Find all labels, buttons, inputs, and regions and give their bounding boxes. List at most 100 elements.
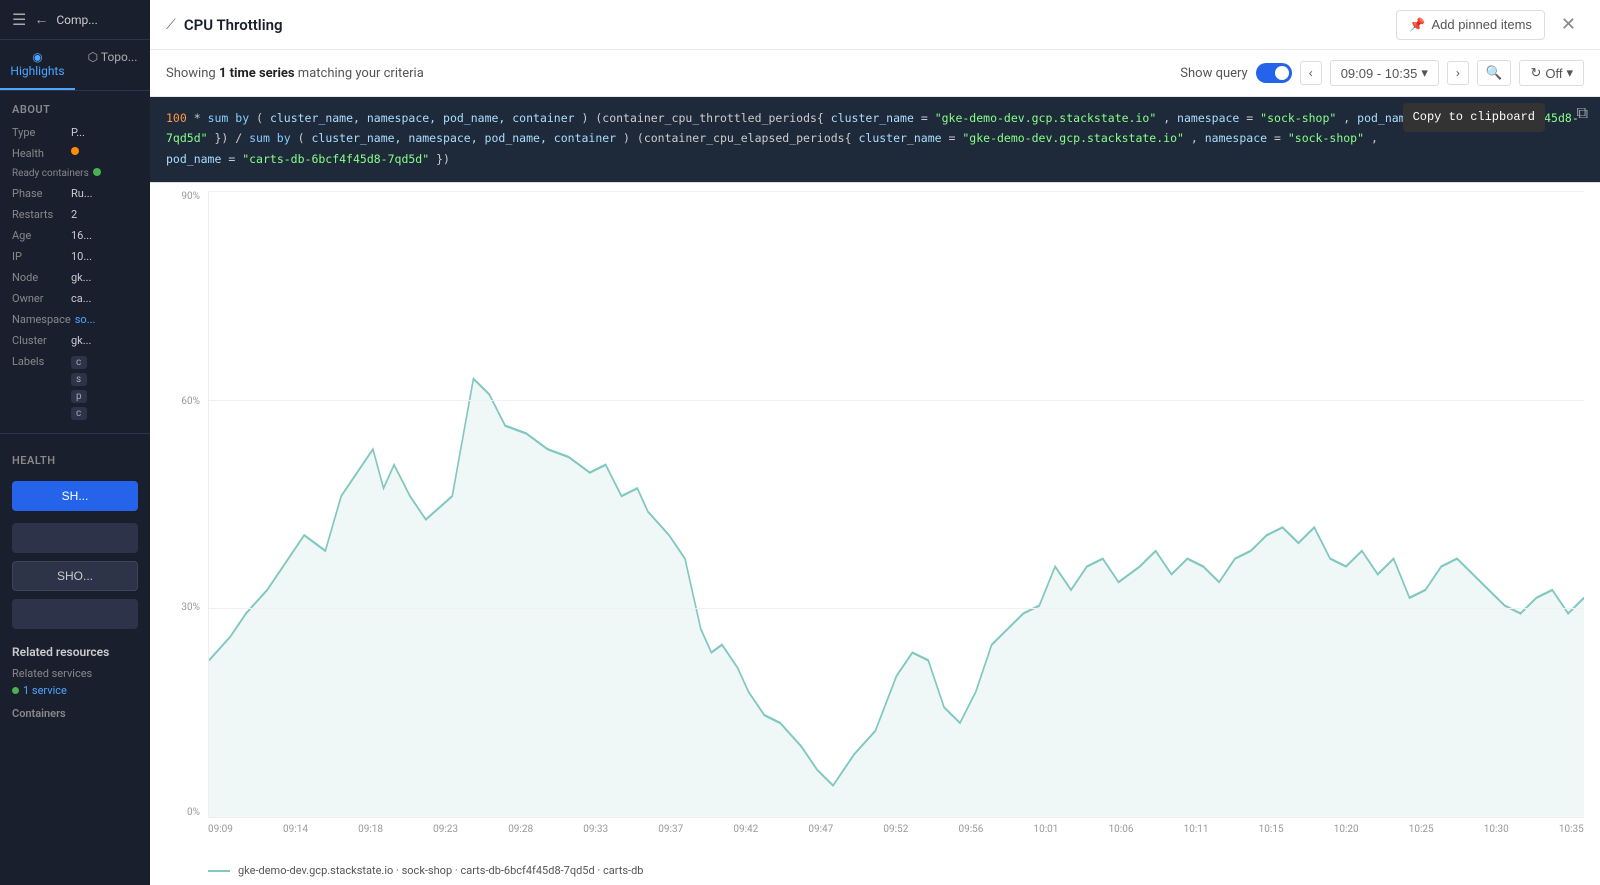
time-range-button[interactable]: 09:09 - 10:35 ▾ xyxy=(1330,60,1439,86)
related-services-label: Related services xyxy=(12,667,138,680)
grid-line-30 xyxy=(209,608,1584,609)
x-label-14: 10:15 xyxy=(1259,824,1284,835)
show-placeholder-1 xyxy=(12,523,138,553)
tab-topo-label: Topo... xyxy=(101,50,138,64)
field-ready-containers: Ready containers xyxy=(0,164,150,183)
grid-line-top xyxy=(209,191,1584,192)
y-axis: 90% 60% 30% 0% xyxy=(166,191,204,818)
service-link-text: 1 service xyxy=(23,684,67,697)
search-button[interactable]: 🔍 xyxy=(1477,60,1512,86)
sidebar-header: ☰ ← Comp... xyxy=(0,0,150,40)
off-button[interactable]: ↻ Off ▾ xyxy=(1519,60,1584,86)
field-health: Health xyxy=(0,143,150,164)
show-query-toggle[interactable] xyxy=(1256,63,1292,83)
add-pinned-label: Add pinned items xyxy=(1431,17,1531,32)
show-query-label: Show query xyxy=(1180,66,1247,81)
copy-icon-button[interactable]: ⧉ xyxy=(1577,105,1588,123)
y-label-30: 30% xyxy=(181,602,200,613)
field-cluster: Cluster gk... xyxy=(0,330,150,351)
containers-section: Containers xyxy=(0,703,150,724)
x-label-2: 09:18 xyxy=(358,824,383,835)
x-label-6: 09:37 xyxy=(658,824,683,835)
close-button[interactable]: ✕ xyxy=(1553,10,1584,39)
x-label-15: 10:20 xyxy=(1334,824,1359,835)
x-axis: 09:09 09:14 09:18 09:23 09:28 09:33 09:3… xyxy=(208,820,1584,858)
chart-legend: gke-demo-dev.gcp.stackstate.io · sock-sh… xyxy=(166,858,1584,885)
x-label-5: 09:33 xyxy=(583,824,608,835)
chart-line-icon: ⟋ xyxy=(166,17,176,33)
show-button[interactable]: SH... xyxy=(12,481,138,511)
x-label-10: 09:56 xyxy=(958,824,983,835)
x-label-7: 09:42 xyxy=(733,824,758,835)
criteria-text: Showing 1 time series matching your crit… xyxy=(166,66,1172,81)
x-label-16: 10:25 xyxy=(1409,824,1434,835)
x-label-17: 10:30 xyxy=(1484,824,1509,835)
y-label-90: 90% xyxy=(181,191,200,202)
main-content: ⟋ CPU Throttling 📌 Add pinned items ✕ Sh… xyxy=(150,0,1600,885)
show-button-2[interactable]: SHO... xyxy=(12,561,138,591)
grid-line-60 xyxy=(209,400,1584,401)
x-label-12: 10:06 xyxy=(1109,824,1134,835)
related-resources-section: Related resources Related services 1 ser… xyxy=(0,633,150,703)
query-code: 100 * sum by ( cluster_name, namespace, … xyxy=(166,111,1579,166)
criteria-suffix: matching your criteria xyxy=(295,66,424,81)
field-owner: Owner ca... xyxy=(0,288,150,309)
tab-highlights[interactable]: ◉ Highlights xyxy=(0,40,75,90)
topo-icon: ⬡ xyxy=(88,50,98,64)
y-label-60: 60% xyxy=(181,396,200,407)
line-chart xyxy=(209,191,1584,817)
legend-text: gke-demo-dev.gcp.stackstate.io · sock-sh… xyxy=(238,864,643,877)
off-chevron-icon: ▾ xyxy=(1566,65,1573,81)
chart-area: 90% 60% 30% 0% 09:09 xyxy=(150,183,1600,885)
highlights-icon: ◉ xyxy=(32,50,42,64)
field-node: Node gk... xyxy=(0,267,150,288)
pin-icon: 📌 xyxy=(1409,17,1425,33)
criteria-prefix: Showing xyxy=(166,66,219,81)
label-pill: p xyxy=(71,390,87,403)
panel-title: CPU Throttling xyxy=(184,16,1388,34)
health-section-label: Health xyxy=(0,442,150,473)
x-label-3: 09:23 xyxy=(433,824,458,835)
chart-fill xyxy=(209,379,1584,817)
field-type: Type P... xyxy=(0,122,150,143)
sidebar-tabs: ◉ Highlights ⬡ Topo... xyxy=(0,40,150,91)
field-age: Age 16... xyxy=(0,225,150,246)
x-label-8: 09:47 xyxy=(808,824,833,835)
field-namespace: Namespace so... xyxy=(0,309,150,330)
panel-header: ⟋ CPU Throttling 📌 Add pinned items ✕ xyxy=(150,0,1600,50)
next-arrow-button[interactable]: › xyxy=(1447,61,1469,85)
query-box: 100 * sum by ( cluster_name, namespace, … xyxy=(150,97,1600,183)
x-label-11: 10:01 xyxy=(1034,824,1059,835)
label-pill: c xyxy=(71,356,87,369)
related-service-link[interactable]: 1 service xyxy=(12,684,138,697)
legend-line-icon xyxy=(208,870,230,872)
off-label: Off xyxy=(1545,66,1562,81)
label-pill: s xyxy=(71,373,87,386)
chart-container: 90% 60% 30% 0% 09:09 xyxy=(166,191,1584,858)
sidebar: ☰ ← Comp... ◉ Highlights ⬡ Topo... About… xyxy=(0,0,150,885)
add-pinned-button[interactable]: 📌 Add pinned items xyxy=(1396,10,1545,40)
copy-tooltip: Copy to clipboard xyxy=(1403,103,1545,132)
criteria-highlight: 1 time series xyxy=(219,66,295,81)
field-phase: Phase Ru... xyxy=(0,183,150,204)
about-section-label: About xyxy=(0,91,150,122)
label-pill: c xyxy=(71,407,87,420)
x-label-4: 09:28 xyxy=(508,824,533,835)
field-labels: Labels c s p c xyxy=(0,351,150,425)
field-ip: IP 10... xyxy=(0,246,150,267)
y-label-0: 0% xyxy=(187,807,200,818)
back-arrow-icon[interactable]: ← xyxy=(34,11,48,28)
hamburger-icon[interactable]: ☰ xyxy=(12,10,26,29)
time-range-text: 09:09 - 10:35 xyxy=(1341,66,1418,81)
chart-svg xyxy=(208,191,1584,818)
sidebar-title: Comp... xyxy=(56,13,97,27)
service-dot-icon xyxy=(12,687,19,694)
field-restarts: Restarts 2 xyxy=(0,204,150,225)
tab-topo[interactable]: ⬡ Topo... xyxy=(75,40,150,90)
health-dot-green xyxy=(93,168,101,176)
x-label-1: 09:14 xyxy=(283,824,308,835)
prev-arrow-button[interactable]: ‹ xyxy=(1300,61,1322,85)
x-label-18: 10:35 xyxy=(1559,824,1584,835)
x-label-13: 10:11 xyxy=(1184,824,1209,835)
show-placeholder-2 xyxy=(12,599,138,629)
